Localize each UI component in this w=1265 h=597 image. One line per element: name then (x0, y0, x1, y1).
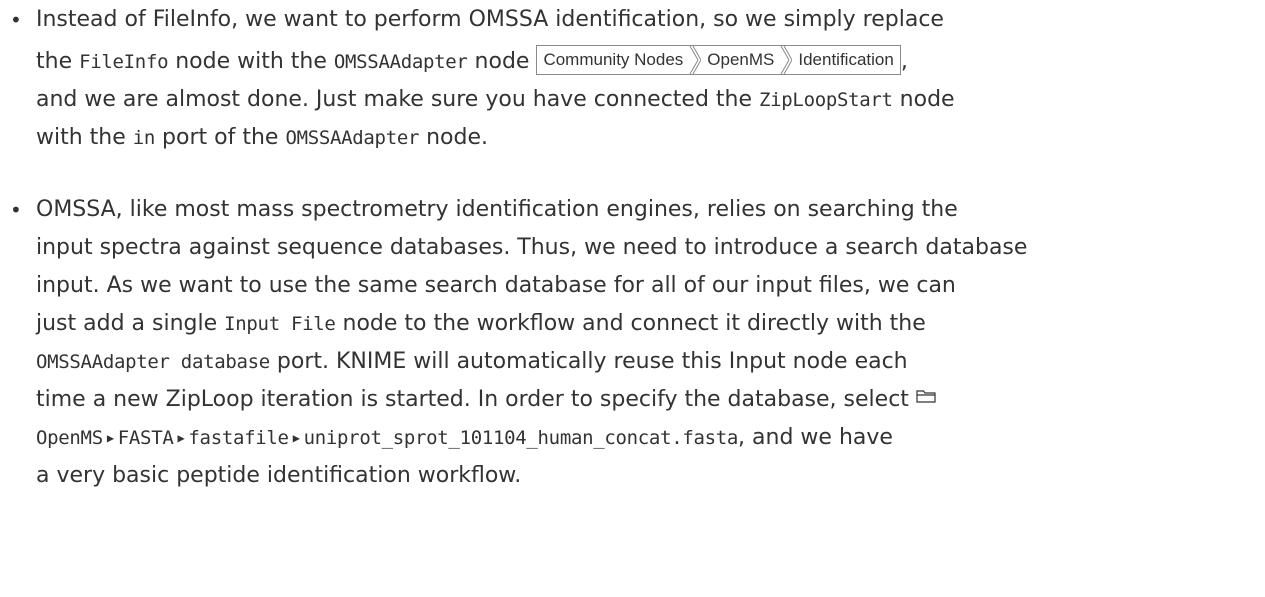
text-line: and we are almost done. Just make sure y… (36, 87, 955, 112)
triangle-right-icon: ▶ (106, 431, 114, 445)
text-line: OpenMS ▶ FASTA ▶ fastafile ▶ uniprot_sprot_101… (36, 420, 893, 456)
code-in-port: in (132, 127, 156, 149)
text-line: the FileInfo node with the OMSSAAdapter … (36, 44, 908, 80)
bullet-marker: • (10, 8, 22, 32)
code-omssa-database: OMSSAAdapter database (36, 351, 270, 373)
text-line: OMSSA, like most mass spectrometry ident… (36, 197, 958, 222)
menu-path: Community Nodes OpenMS Identification (536, 45, 901, 75)
file-path-item: fastafile (188, 427, 289, 449)
text-line: just add a single Input File node to the… (36, 311, 926, 336)
menu-path-item: OpenMS (707, 50, 775, 69)
text-line: with the in port of the OMSSAAdapter nod… (36, 125, 488, 150)
chevron-right-icon (780, 46, 793, 74)
code-omssa-adapter: OMSSAAdapter (285, 127, 420, 149)
bullet-marker: • (10, 198, 22, 222)
file-path-item: uniprot_sprot_101104_human_concat.fasta (303, 427, 739, 449)
file-path-item: FASTA (117, 427, 174, 449)
text-line: Instead of FileInfo, we want to perform … (36, 7, 944, 32)
file-path: OpenMS ▶ FASTA ▶ fastafile ▶ uniprot_sprot_101… (36, 427, 738, 449)
text-line: time a new ZipLoop iteration is started.… (36, 382, 936, 418)
text-line: input. As we want to use the same search… (36, 273, 956, 298)
menu-path-item: Community Nodes (543, 50, 684, 69)
triangle-right-icon: ▶ (177, 431, 185, 445)
file-path-item: OpenMS (36, 427, 103, 449)
code-ziploopstart: ZipLoopStart (759, 89, 893, 111)
text-line: input spectra against sequence databases… (36, 235, 1028, 260)
folder-icon (916, 380, 936, 416)
chevron-right-icon (689, 46, 702, 74)
text-line: a very basic peptide identification work… (36, 463, 522, 488)
document-page: • Instead of FileInfo, we want to perfor… (0, 0, 1265, 597)
triangle-right-icon: ▶ (292, 431, 300, 445)
code-input-file: Input File (224, 313, 336, 335)
menu-path-item: Identification (798, 50, 894, 69)
text-line: OMSSAAdapter database port. KNIME will a… (36, 349, 908, 374)
code-filenode: FileInfo (79, 51, 169, 73)
code-omssa-adapter: OMSSAAdapter (333, 51, 468, 73)
